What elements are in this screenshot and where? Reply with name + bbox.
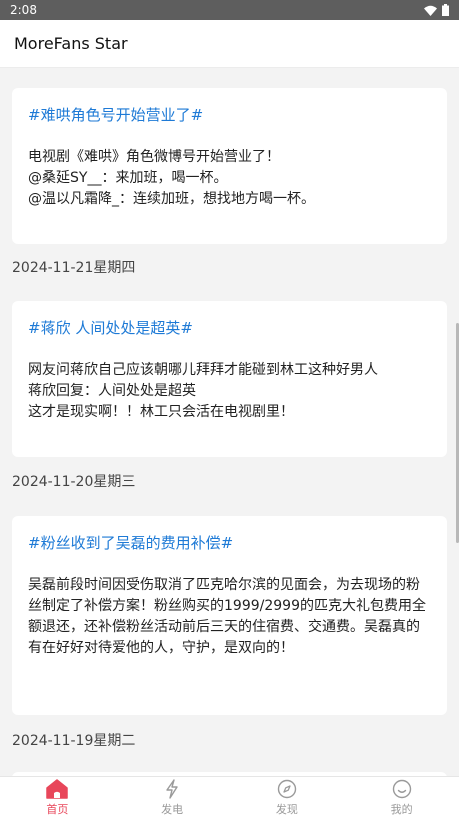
post-body: 吴磊前段时间因受伤取消了匹克哈尔滨的见面会，为去现场的粉丝制定了补偿方案！粉丝购… (28, 577, 426, 656)
post-date: 2024-11-19星期二 (12, 733, 136, 749)
tab-mine[interactable]: 我的 (344, 777, 459, 818)
post-topic-link[interactable]: #粉丝收到了吴磊的费用补偿# (28, 532, 431, 553)
battery-icon (442, 4, 449, 16)
bottom-tab-bar: 首页 发电 发现 我的 (0, 776, 459, 818)
tab-charge[interactable]: 发电 (115, 777, 230, 818)
status-time: 2:08 (10, 3, 37, 17)
tab-discover[interactable]: 发现 (230, 777, 345, 818)
post-topic-link[interactable]: #蒋欣 人间处处是超英# (28, 317, 431, 338)
post-body: 电视剧《难哄》角色微博号开始营业了！ @桑延SY__：来加班，喝一杯。 @温以凡… (28, 149, 315, 207)
post-topic-link[interactable]: #难哄角色号开始营业了# (28, 104, 431, 125)
post-body: 网友问蒋欣自己应该朝哪儿拜拜才能碰到林工这种好男人 蒋欣回复：人间处处是超英 这… (28, 362, 378, 420)
post-date: 2024-11-21星期四 (12, 260, 136, 276)
app-bar: MoreFans Star (0, 20, 459, 68)
post-card[interactable]: #蒋欣 人间处处是超英# 网友问蒋欣自己应该朝哪儿拜拜才能碰到林工这种好男人 蒋… (12, 301, 447, 457)
tab-label: 首页 (46, 802, 69, 816)
lightning-icon (166, 778, 178, 799)
status-bar: 2:08 (0, 0, 459, 20)
app-title: MoreFans Star (14, 34, 128, 53)
post-card[interactable]: #难哄角色号开始营业了# 电视剧《难哄》角色微博号开始营业了！ @桑延SY__：… (12, 88, 447, 244)
wifi-icon (424, 5, 437, 16)
post-card[interactable]: #粉丝收到了吴磊的费用补偿# 吴磊前段时间因受伤取消了匹克哈尔滨的见面会，为去现… (12, 516, 447, 715)
tab-label: 我的 (390, 802, 413, 816)
compass-icon (277, 779, 297, 798)
tab-label: 发电 (161, 802, 184, 816)
tab-home[interactable]: 首页 (0, 777, 115, 818)
tab-label: 发现 (275, 802, 298, 816)
post-date: 2024-11-20星期三 (12, 474, 136, 490)
post-feed[interactable]: #难哄角色号开始营业了# 电视剧《难哄》角色微博号开始营业了！ @桑延SY__：… (0, 69, 459, 776)
smile-icon (392, 779, 411, 798)
home-icon (46, 778, 69, 799)
